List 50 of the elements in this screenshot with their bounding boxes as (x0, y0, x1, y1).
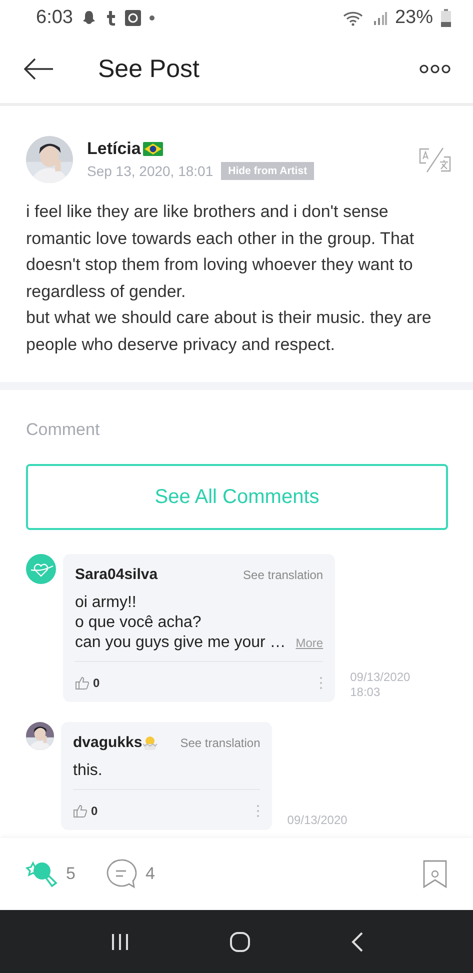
comment-date: 09/13/2020 (287, 813, 348, 828)
chick-icon (142, 734, 158, 750)
wifi-icon (342, 10, 365, 26)
more-link[interactable]: More (296, 633, 324, 653)
see-translation-link[interactable]: See translation (221, 566, 324, 582)
post-text: but what we should care about is their music. they are people who deserve privacy and respect. (26, 307, 432, 356)
more-icon (419, 64, 451, 74)
section-label: Comment (26, 420, 101, 440)
back-icon[interactable] (350, 930, 364, 952)
page-title: See Post (98, 54, 200, 84)
kebab-menu-icon[interactable] (319, 676, 324, 690)
ghost-icon (80, 10, 97, 26)
bookmark-icon[interactable] (423, 860, 447, 888)
heart-avatar-icon (26, 554, 56, 584)
home-icon[interactable] (228, 930, 250, 952)
comments-button[interactable]: 4 (105, 858, 155, 890)
post-text: i feel like they are like brothers and i don't sense romantic love towards each other in the group. That doesn't stop them from loving whoever they want to regardless of gender. (26, 201, 416, 302)
cheer-button[interactable]: 5 (22, 858, 76, 890)
more-options-button[interactable] (419, 64, 451, 74)
like-count: 0 (93, 676, 100, 690)
thumbs-up-icon[interactable] (73, 804, 87, 818)
speech-bubble-icon (105, 858, 138, 890)
back-button[interactable] (24, 58, 54, 80)
comment-date: 09/13/2020 (350, 670, 410, 685)
comment-text: this. (73, 761, 104, 781)
recent-apps-icon[interactable] (110, 932, 130, 952)
commenter-name: dvagukks (73, 734, 142, 751)
translate-icon[interactable] (419, 146, 451, 172)
like-count: 0 (91, 804, 98, 818)
battery-level: 23% (394, 6, 433, 28)
flag-icon (142, 142, 163, 156)
back-arrow-icon (24, 58, 54, 80)
dot-icon (148, 14, 155, 20)
comment-time: 18:03 (350, 685, 382, 700)
thumbs-up-icon[interactable] (75, 676, 89, 690)
see-translation-link[interactable]: See translation (158, 734, 260, 750)
chat-app-icon (124, 10, 141, 26)
author-name: Letícia (87, 139, 141, 159)
post-date: Sep 13, 2020, 18:01 (87, 163, 214, 179)
comment-text: o que você acha? (75, 613, 202, 633)
comment-text: oi army!! (75, 593, 138, 613)
comment-text: can you guys give me your … (75, 633, 286, 653)
battery-icon (441, 8, 451, 26)
hide-from-artist-tag: Hide from Artist (221, 162, 314, 180)
signal-icon (372, 10, 387, 26)
commenter-name: Sara04silva (75, 566, 158, 583)
see-all-comments-button[interactable]: See All Comments (26, 464, 448, 530)
clock: 6:03 (36, 6, 73, 28)
tumblr-icon (104, 10, 117, 26)
kebab-menu-icon[interactable] (256, 804, 260, 818)
